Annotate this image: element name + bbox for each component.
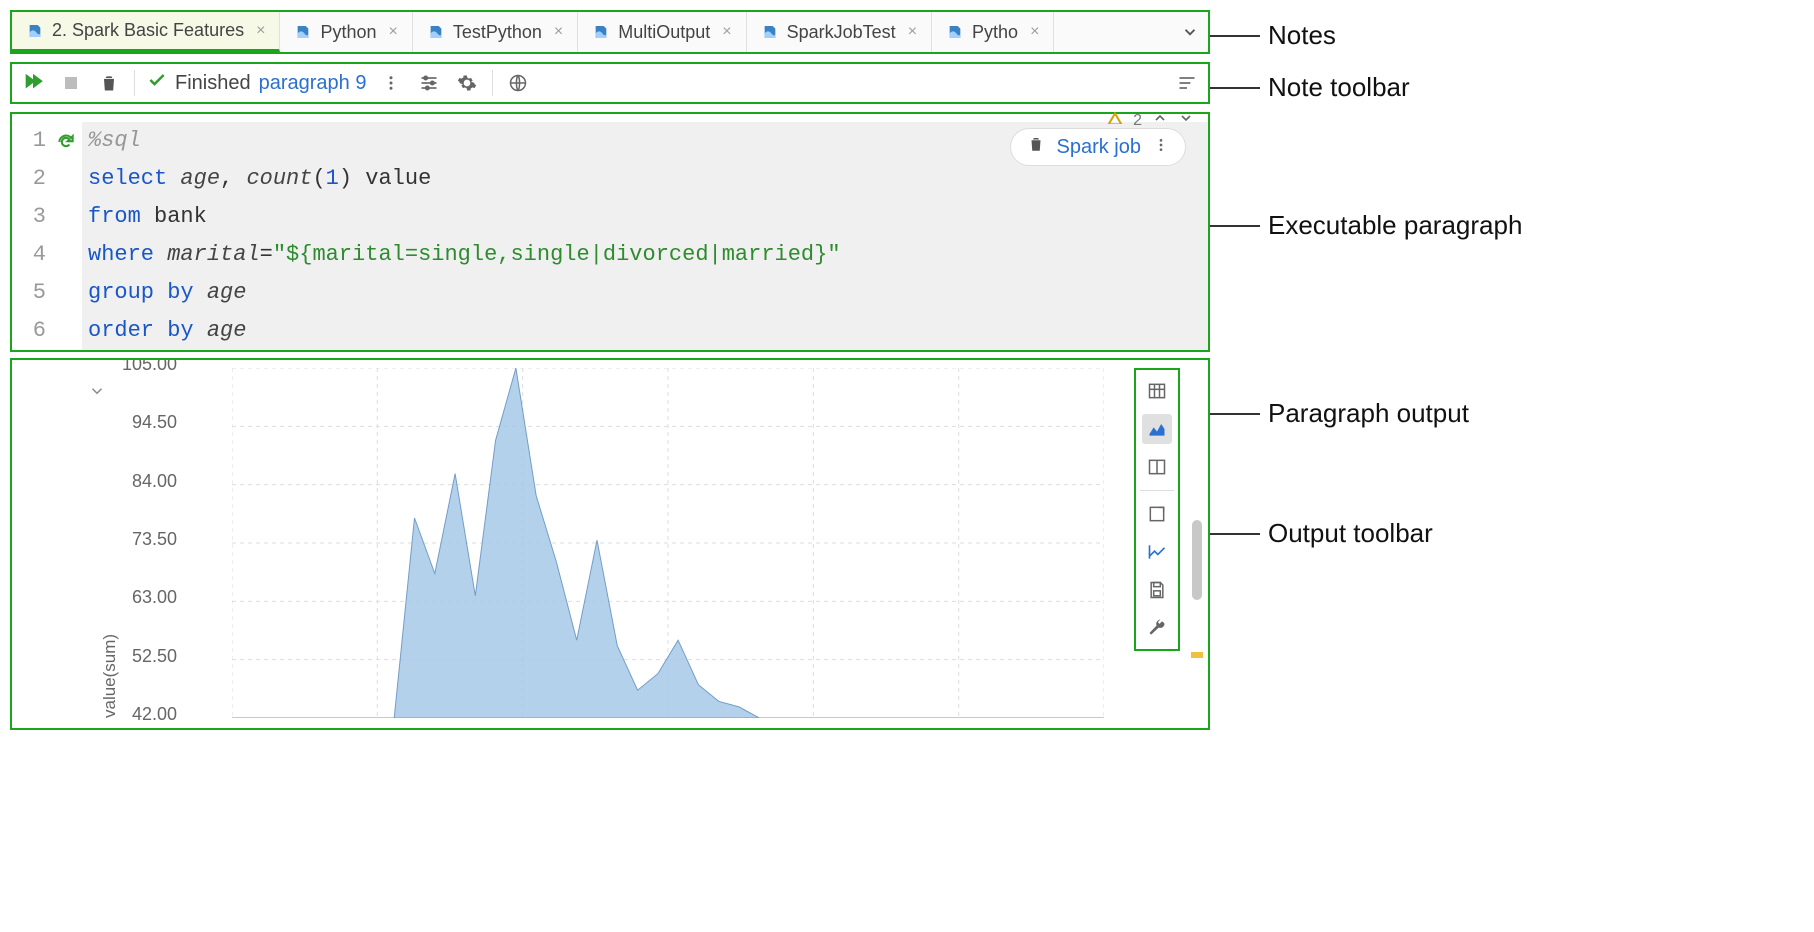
- view-columns-button[interactable]: [1142, 452, 1172, 482]
- annotation-paragraph-output: Paragraph output: [1268, 398, 1469, 429]
- save-output-button[interactable]: [1142, 575, 1172, 605]
- note-file-icon: [761, 23, 779, 41]
- rerun-icon[interactable]: [56, 128, 76, 166]
- tab-close-button[interactable]: ×: [256, 22, 265, 40]
- paragraph-output: 105.0094.5084.0073.5063.0052.5042.00 val…: [10, 358, 1210, 730]
- tab[interactable]: Pytho ×: [932, 12, 1054, 52]
- chart-area: [232, 368, 1104, 718]
- line-gutter: 123456: [12, 122, 52, 350]
- notes-tab-bar: 2. Spark Basic Features×Python×TestPytho…: [10, 10, 1210, 54]
- output-scrollbar[interactable]: [1192, 520, 1202, 600]
- annotation-executable-paragraph: Executable paragraph: [1268, 210, 1522, 241]
- tab-label: TestPython: [453, 22, 542, 43]
- settings-button[interactable]: [454, 70, 480, 96]
- tab[interactable]: 2. Spark Basic Features ×: [12, 12, 280, 52]
- expand-icon: [1147, 504, 1167, 524]
- code-magic: %sql: [88, 128, 141, 153]
- delete-button[interactable]: [96, 70, 122, 96]
- wrench-icon: [1147, 618, 1167, 638]
- columns-icon: [1147, 457, 1167, 477]
- spark-job-label: Spark job: [1057, 136, 1142, 159]
- tab[interactable]: TestPython ×: [413, 12, 578, 52]
- separator: [492, 70, 493, 96]
- status-text: Finished: [175, 72, 251, 95]
- more-actions-button[interactable]: [378, 70, 404, 96]
- separator: [1140, 490, 1174, 491]
- tabs-overflow-button[interactable]: [1172, 12, 1208, 52]
- executable-paragraph: 2 Spark job 123456: [10, 112, 1210, 352]
- kebab-icon: [1153, 137, 1169, 153]
- sliders-button[interactable]: [416, 70, 442, 96]
- paragraph-link[interactable]: paragraph 9: [259, 72, 367, 95]
- annotations: Notes Note toolbar Executable paragraph …: [1210, 10, 1804, 730]
- y-tick-label: 94.50: [107, 412, 177, 433]
- tab[interactable]: Python ×: [280, 12, 412, 52]
- note-toolbar: Finished paragraph 9: [10, 62, 1210, 104]
- view-area-chart-button[interactable]: [1142, 414, 1172, 444]
- trash-icon: [99, 73, 119, 93]
- annotation-note-toolbar: Note toolbar: [1268, 72, 1410, 103]
- tab-close-button[interactable]: ×: [908, 23, 917, 41]
- tab-close-button[interactable]: ×: [1030, 23, 1039, 41]
- tab-label: SparkJobTest: [787, 22, 896, 43]
- area-chart-icon: [1147, 419, 1167, 439]
- spark-job-delete-button[interactable]: [1027, 135, 1045, 159]
- tab-close-button[interactable]: ×: [554, 23, 563, 41]
- trash-icon: [1027, 135, 1045, 153]
- spark-job-more-button[interactable]: [1153, 136, 1169, 159]
- tab-close-button[interactable]: ×: [388, 23, 397, 41]
- output-toolbar: [1134, 368, 1180, 651]
- y-tick-label: 63.00: [107, 587, 177, 608]
- align-icon: [1177, 73, 1197, 93]
- check-icon: [147, 70, 167, 96]
- note-file-icon: [294, 23, 312, 41]
- tab-close-button[interactable]: ×: [722, 23, 731, 41]
- run-all-button[interactable]: [20, 70, 46, 96]
- configure-output-button[interactable]: [1142, 613, 1172, 643]
- note-file-icon: [26, 22, 44, 40]
- sliders-icon: [419, 73, 439, 93]
- spark-job-pill[interactable]: Spark job: [1010, 128, 1187, 166]
- y-tick-label: 84.00: [107, 471, 177, 492]
- chevron-down-icon: [1181, 23, 1199, 41]
- stop-icon: [62, 74, 80, 92]
- note-file-icon: [592, 23, 610, 41]
- tab-label: Python: [320, 22, 376, 43]
- view-line-chart-button[interactable]: [1142, 537, 1172, 567]
- status-group: Finished paragraph 9: [147, 70, 366, 96]
- annotation-output-toolbar: Output toolbar: [1268, 518, 1433, 549]
- run-all-icon: [22, 72, 44, 94]
- tab-label: MultiOutput: [618, 22, 710, 43]
- note-file-icon: [946, 23, 964, 41]
- kebab-icon: [382, 74, 400, 92]
- note-file-icon: [427, 23, 445, 41]
- globe-button[interactable]: [505, 70, 531, 96]
- scroll-marker: [1191, 652, 1203, 658]
- stop-button[interactable]: [58, 70, 84, 96]
- tab[interactable]: SparkJobTest ×: [747, 12, 932, 52]
- separator: [134, 70, 135, 96]
- annotation-notes: Notes: [1268, 20, 1336, 51]
- fold-column: [52, 122, 82, 350]
- fullscreen-button[interactable]: [1142, 499, 1172, 529]
- y-tick-label: 73.50: [107, 529, 177, 550]
- line-chart-icon: [1147, 542, 1167, 562]
- align-button[interactable]: [1174, 70, 1200, 96]
- y-tick-label: 105.00: [107, 358, 177, 375]
- save-icon: [1147, 580, 1167, 600]
- view-table-button[interactable]: [1142, 376, 1172, 406]
- gear-icon: [457, 73, 477, 93]
- y-axis-label: value(sum): [100, 634, 120, 718]
- tab-label: Pytho: [972, 22, 1018, 43]
- globe-icon: [508, 73, 528, 93]
- tab-label: 2. Spark Basic Features: [52, 20, 244, 41]
- table-icon: [1147, 381, 1167, 401]
- tab[interactable]: MultiOutput ×: [578, 12, 746, 52]
